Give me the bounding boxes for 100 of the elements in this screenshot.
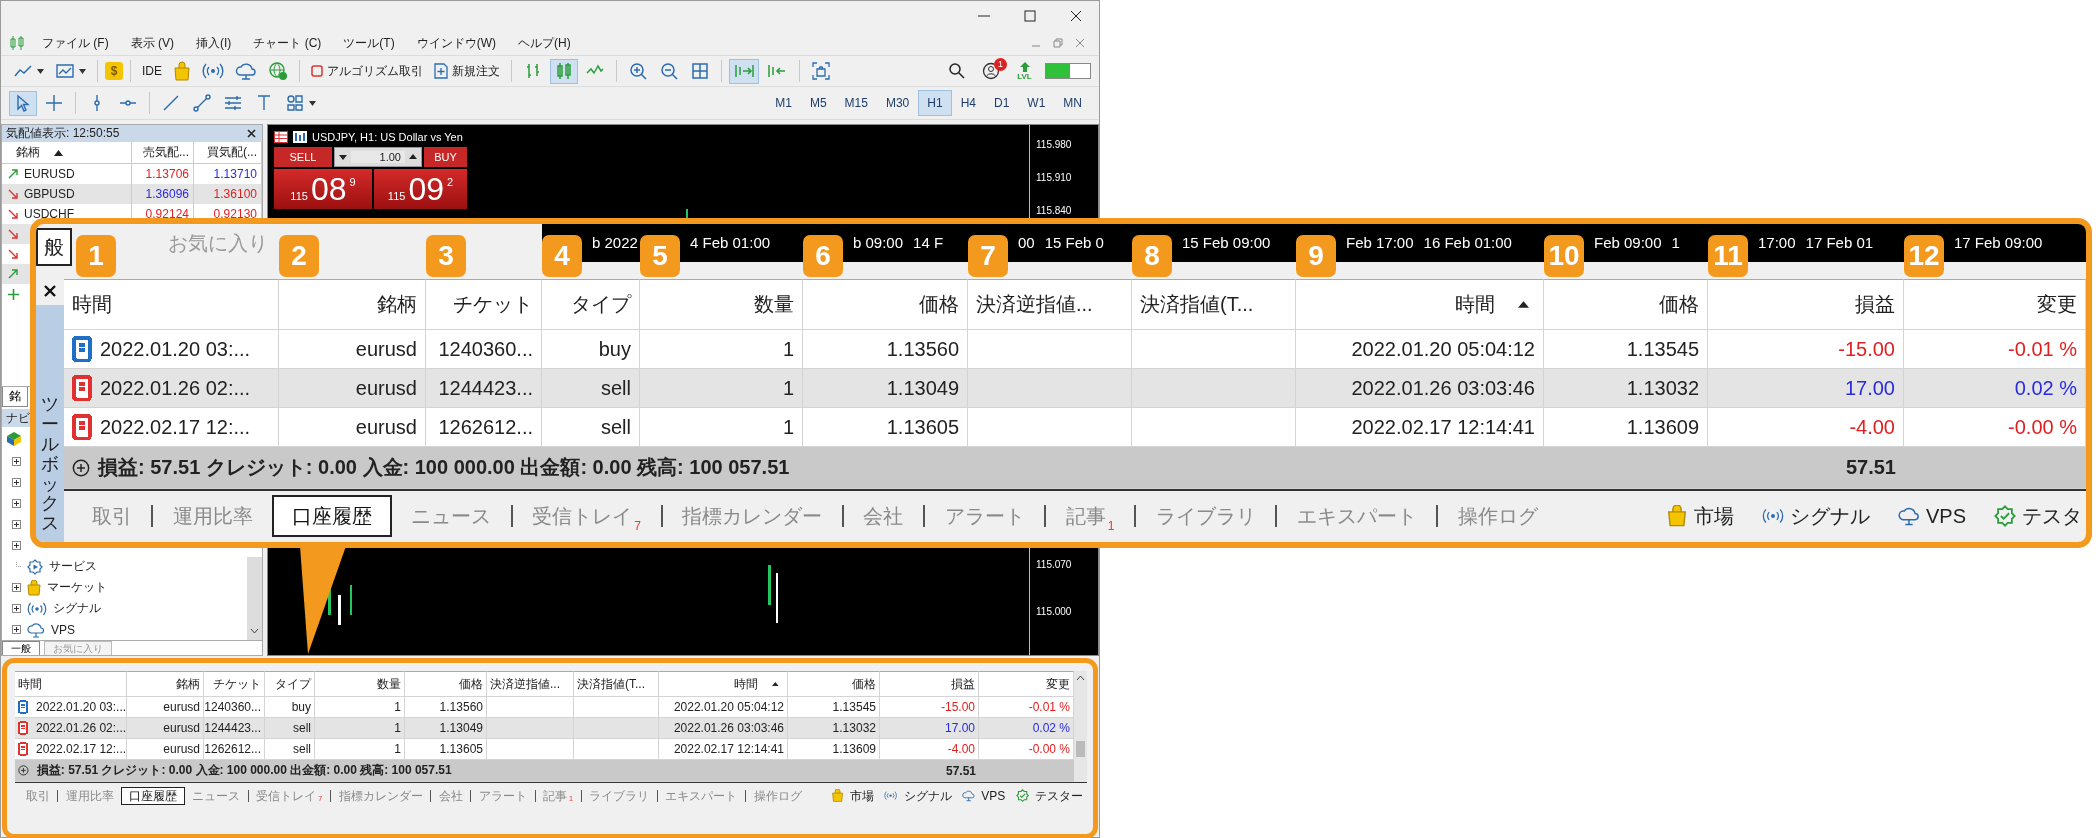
table-row[interactable]: 2022.01.26 02:... eurusd 1244423... sell 1 1.13049 2022.01.26 03:03:46 1.13032 17.00 0.02 % xyxy=(64,369,2086,408)
algo-trading-button[interactable]: アルゴリズム取引 xyxy=(307,58,427,84)
shapes-icon[interactable] xyxy=(285,93,305,113)
expand-icon[interactable] xyxy=(12,541,21,550)
column-header[interactable]: 価格 xyxy=(405,671,487,697)
column-header[interactable]: 数量 xyxy=(640,279,803,330)
column-header[interactable]: 数量 xyxy=(315,671,405,697)
expand-icon[interactable] xyxy=(12,457,21,466)
expand-icon[interactable] xyxy=(12,478,21,487)
autoscroll-icon[interactable] xyxy=(729,58,759,84)
panel-tab[interactable]: 一般 xyxy=(2,641,40,655)
tree-item[interactable]: マーケット xyxy=(47,579,107,596)
column-header[interactable]: 銘柄 xyxy=(2,142,132,163)
tree-item[interactable]: VPS xyxy=(51,622,75,637)
column-header[interactable]: 価格 xyxy=(788,671,880,697)
menu-item[interactable]: ツール(T) xyxy=(332,34,406,52)
column-header[interactable]: 銘柄 xyxy=(279,279,426,330)
timeframe-button[interactable]: H1 xyxy=(918,90,952,116)
column-header[interactable]: 損益 xyxy=(1708,279,1904,330)
expand-circle-icon[interactable] xyxy=(18,765,29,776)
timeframe-button[interactable]: M15 xyxy=(835,90,877,116)
bar-chart-icon[interactable] xyxy=(293,131,307,143)
new-document-icon[interactable] xyxy=(434,63,448,79)
ide-button[interactable]: IDE xyxy=(138,58,166,84)
tree-item[interactable]: サービス xyxy=(49,558,97,575)
new-order-button[interactable]: 新規注文 xyxy=(430,58,504,84)
menu-item[interactable]: ファイル (F) xyxy=(31,34,120,52)
expand-icon[interactable] xyxy=(12,520,21,529)
panel-tab[interactable]: VPS xyxy=(1897,504,1966,528)
panel-tab[interactable]: 銘 xyxy=(2,387,28,407)
close-icon[interactable] xyxy=(44,285,56,297)
buy-button[interactable]: BUY xyxy=(424,147,467,167)
tree-item[interactable]: シグナル xyxy=(53,600,101,617)
column-header[interactable]: 時間 xyxy=(1296,279,1544,330)
panel-tab[interactable]: 口座履歴 xyxy=(272,495,392,537)
menu-item[interactable]: 挿入(I) xyxy=(185,34,243,52)
expand-circle-icon[interactable] xyxy=(72,458,90,477)
column-header[interactable]: 価格 xyxy=(1544,279,1708,330)
panel-tab[interactable]: シグナル xyxy=(884,787,952,805)
column-header[interactable]: 決済逆指値... xyxy=(487,671,574,697)
menu-item[interactable]: ウインドウ(W) xyxy=(405,34,507,52)
panel-tab[interactable]: 市場 xyxy=(830,787,874,805)
column-header[interactable]: チケット xyxy=(204,671,265,697)
column-header[interactable]: 売気配... xyxy=(132,142,194,163)
column-header[interactable]: 決済指値(T... xyxy=(1132,279,1296,330)
column-header[interactable]: 決済逆指値... xyxy=(968,279,1132,330)
panel-tab[interactable]: 口座履歴 xyxy=(121,787,185,805)
timeframe-button[interactable]: M30 xyxy=(876,90,919,116)
volume-field[interactable]: 1.00 xyxy=(351,151,405,163)
sell-button[interactable]: SELL xyxy=(274,147,332,167)
expand-icon[interactable] xyxy=(12,625,21,634)
column-header[interactable]: 時間 xyxy=(659,671,788,697)
column-header[interactable]: 価格 xyxy=(803,279,968,330)
column-header[interactable]: タイプ xyxy=(265,671,315,697)
plus-icon[interactable] xyxy=(8,288,19,300)
column-header[interactable]: 時間 xyxy=(64,279,279,330)
scroll-thumb[interactable] xyxy=(1076,741,1085,757)
timeframe-button[interactable]: M1 xyxy=(766,90,801,116)
table-row[interactable]: 2022.01.26 02:... eurusd 1244423... sell 1 1.13049 2022.01.26 03:03:46 1.13032 17.00 0.02 % xyxy=(15,718,1074,739)
cube-logo-icon[interactable] xyxy=(6,431,22,447)
timeframe-button[interactable]: W1 xyxy=(1018,90,1055,116)
caret-icon[interactable] xyxy=(309,100,316,106)
scrollbar[interactable] xyxy=(1074,671,1087,782)
chart-window-icon[interactable] xyxy=(55,61,75,81)
scrollbar[interactable] xyxy=(247,557,262,640)
column-header[interactable]: タイプ xyxy=(542,279,640,330)
expand-icon[interactable] xyxy=(12,499,21,508)
timeframe-button[interactable]: M5 xyxy=(800,90,836,116)
caret-icon[interactable] xyxy=(79,68,86,74)
panel-tab[interactable]: テスター xyxy=(1015,787,1083,805)
candlestick-icon[interactable] xyxy=(550,58,578,84)
volume-spinner[interactable]: 1.00 xyxy=(334,147,422,167)
table-icon[interactable] xyxy=(274,131,288,143)
square-icon[interactable] xyxy=(311,65,323,77)
menu-item[interactable]: ヘルプ(H) xyxy=(507,34,582,52)
column-header[interactable]: 変更 xyxy=(1904,279,2086,330)
column-header[interactable]: 買気配(... xyxy=(194,142,262,163)
timeframe-button[interactable]: H4 xyxy=(951,90,985,116)
panel-tab[interactable]: VPS xyxy=(962,789,1006,803)
column-header[interactable]: 決済指値(T... xyxy=(574,671,659,697)
panel-tab[interactable]: シグナル xyxy=(1761,502,1870,530)
maximize-icon[interactable] xyxy=(1023,9,1037,23)
close-icon[interactable] xyxy=(247,129,256,138)
caret-up-icon[interactable] xyxy=(1076,675,1085,681)
column-header[interactable]: 銘柄 xyxy=(127,671,204,697)
close-icon[interactable] xyxy=(1069,9,1083,23)
panel-tab[interactable]: テスタ xyxy=(1994,502,2082,530)
timeframe-button[interactable]: MN xyxy=(1054,90,1091,116)
expand-icon[interactable] xyxy=(12,604,21,613)
column-header[interactable]: 時間 xyxy=(15,671,127,697)
caret-down-icon[interactable] xyxy=(250,628,259,634)
column-header[interactable]: 損益 xyxy=(880,671,979,697)
expand-icon[interactable] xyxy=(12,583,21,592)
menu-item[interactable]: チャート (C) xyxy=(242,34,333,52)
caret-icon[interactable] xyxy=(37,68,44,74)
timeframe-button[interactable]: D1 xyxy=(985,90,1019,116)
column-header[interactable]: チケット xyxy=(426,279,542,330)
dollar-button[interactable]: $ xyxy=(105,62,123,80)
menu-item[interactable]: 表示 (V) xyxy=(119,34,185,52)
panel-tab[interactable]: 市場 xyxy=(1665,502,1734,530)
